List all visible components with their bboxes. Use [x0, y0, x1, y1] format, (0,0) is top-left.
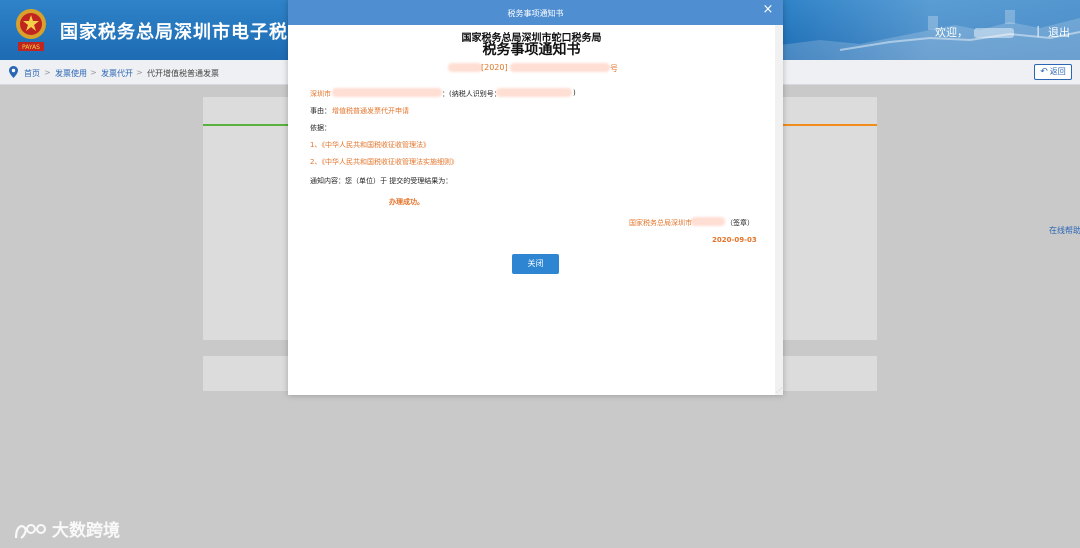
- modal-title: 税务事项通知书: [507, 9, 564, 18]
- notice-document: 国家税务总局深圳市蛇口税务局 税务事项通知书 [2020] 号 深圳市 ：(纳税…: [288, 25, 775, 395]
- reason-label: 事由：: [310, 107, 331, 115]
- progress-line-orange: [782, 124, 877, 126]
- watermark: 大数跨境: [14, 516, 120, 542]
- breadcrumb-invoice-use[interactable]: 发票使用: [55, 68, 87, 79]
- basis-label: 依据：: [310, 124, 331, 132]
- chevron-right-icon: >: [44, 68, 51, 77]
- basis-item-1: 1、《中华人民共和国税收征收管理法》: [310, 141, 430, 149]
- document-number-suffix: 号: [610, 64, 618, 73]
- taxpayer-city: 深圳市: [310, 90, 331, 98]
- redacted-taxpayer-id: [496, 88, 572, 97]
- redacted-signer: [691, 217, 725, 226]
- notice-content: 通知内容：您（单位）于 提交的受理结果为：: [310, 177, 453, 185]
- redacted-username: [974, 28, 1014, 38]
- signer-org: 国家税务总局深圳市: [629, 219, 692, 227]
- redacted-field: [510, 63, 610, 72]
- result-text: 办理成功。: [389, 198, 424, 206]
- welcome-text: 欢迎，: [935, 24, 1020, 40]
- watermark-logo-icon: [14, 524, 46, 539]
- modal-scrollbar[interactable]: ⋰: [775, 25, 783, 395]
- chevron-right-icon: >: [90, 68, 97, 77]
- tax-emblem-icon: PAYAS: [14, 6, 48, 54]
- taxpayer-id-close: ): [573, 89, 576, 97]
- signer-seal: （签章）: [726, 219, 754, 227]
- document-title: 税务事项通知书: [482, 42, 581, 58]
- notice-date: 2020-09-03: [712, 236, 757, 244]
- online-help-link[interactable]: 在线帮助: [1049, 225, 1080, 236]
- document-number-prefix: [2020]: [481, 63, 508, 72]
- reason-value: 增值税普通发票代开申请: [332, 107, 409, 115]
- great-wall-banner: [780, 0, 1080, 60]
- notice-modal: 税务事项通知书 × ⋰ 国家税务总局深圳市蛇口税务局 税务事项通知书 [2020…: [288, 0, 783, 395]
- header-separator: |: [1036, 24, 1040, 37]
- svg-text:PAYAS: PAYAS: [22, 44, 40, 51]
- redacted-taxpayer-name: [332, 88, 442, 97]
- taxpayer-id-label: ：(纳税人识别号：: [442, 90, 501, 98]
- close-button[interactable]: 关闭: [512, 254, 559, 274]
- breadcrumb-home[interactable]: 首页: [24, 68, 40, 79]
- modal-titlebar: 税务事项通知书 ×: [288, 0, 783, 25]
- back-button[interactable]: ↶ 返回: [1034, 64, 1072, 80]
- progress-line-green: [203, 124, 288, 126]
- logout-link[interactable]: 退出: [1048, 24, 1070, 40]
- breadcrumb-invoice-issue[interactable]: 发票代开: [101, 68, 133, 79]
- return-arrow-icon: ↶: [1040, 67, 1048, 77]
- basis-item-2: 2、《中华人民共和国税收征收管理法实施细则》: [310, 158, 458, 166]
- chevron-right-icon: >: [136, 68, 143, 77]
- resize-grip-icon: ⋰: [776, 387, 782, 394]
- close-icon[interactable]: ×: [761, 3, 775, 17]
- redacted-field: [448, 63, 482, 72]
- breadcrumb-current: 代开增值税普通发票: [147, 69, 219, 78]
- site-title: 国家税务总局深圳市电子税务局: [60, 22, 326, 43]
- location-pin-icon: [9, 66, 18, 78]
